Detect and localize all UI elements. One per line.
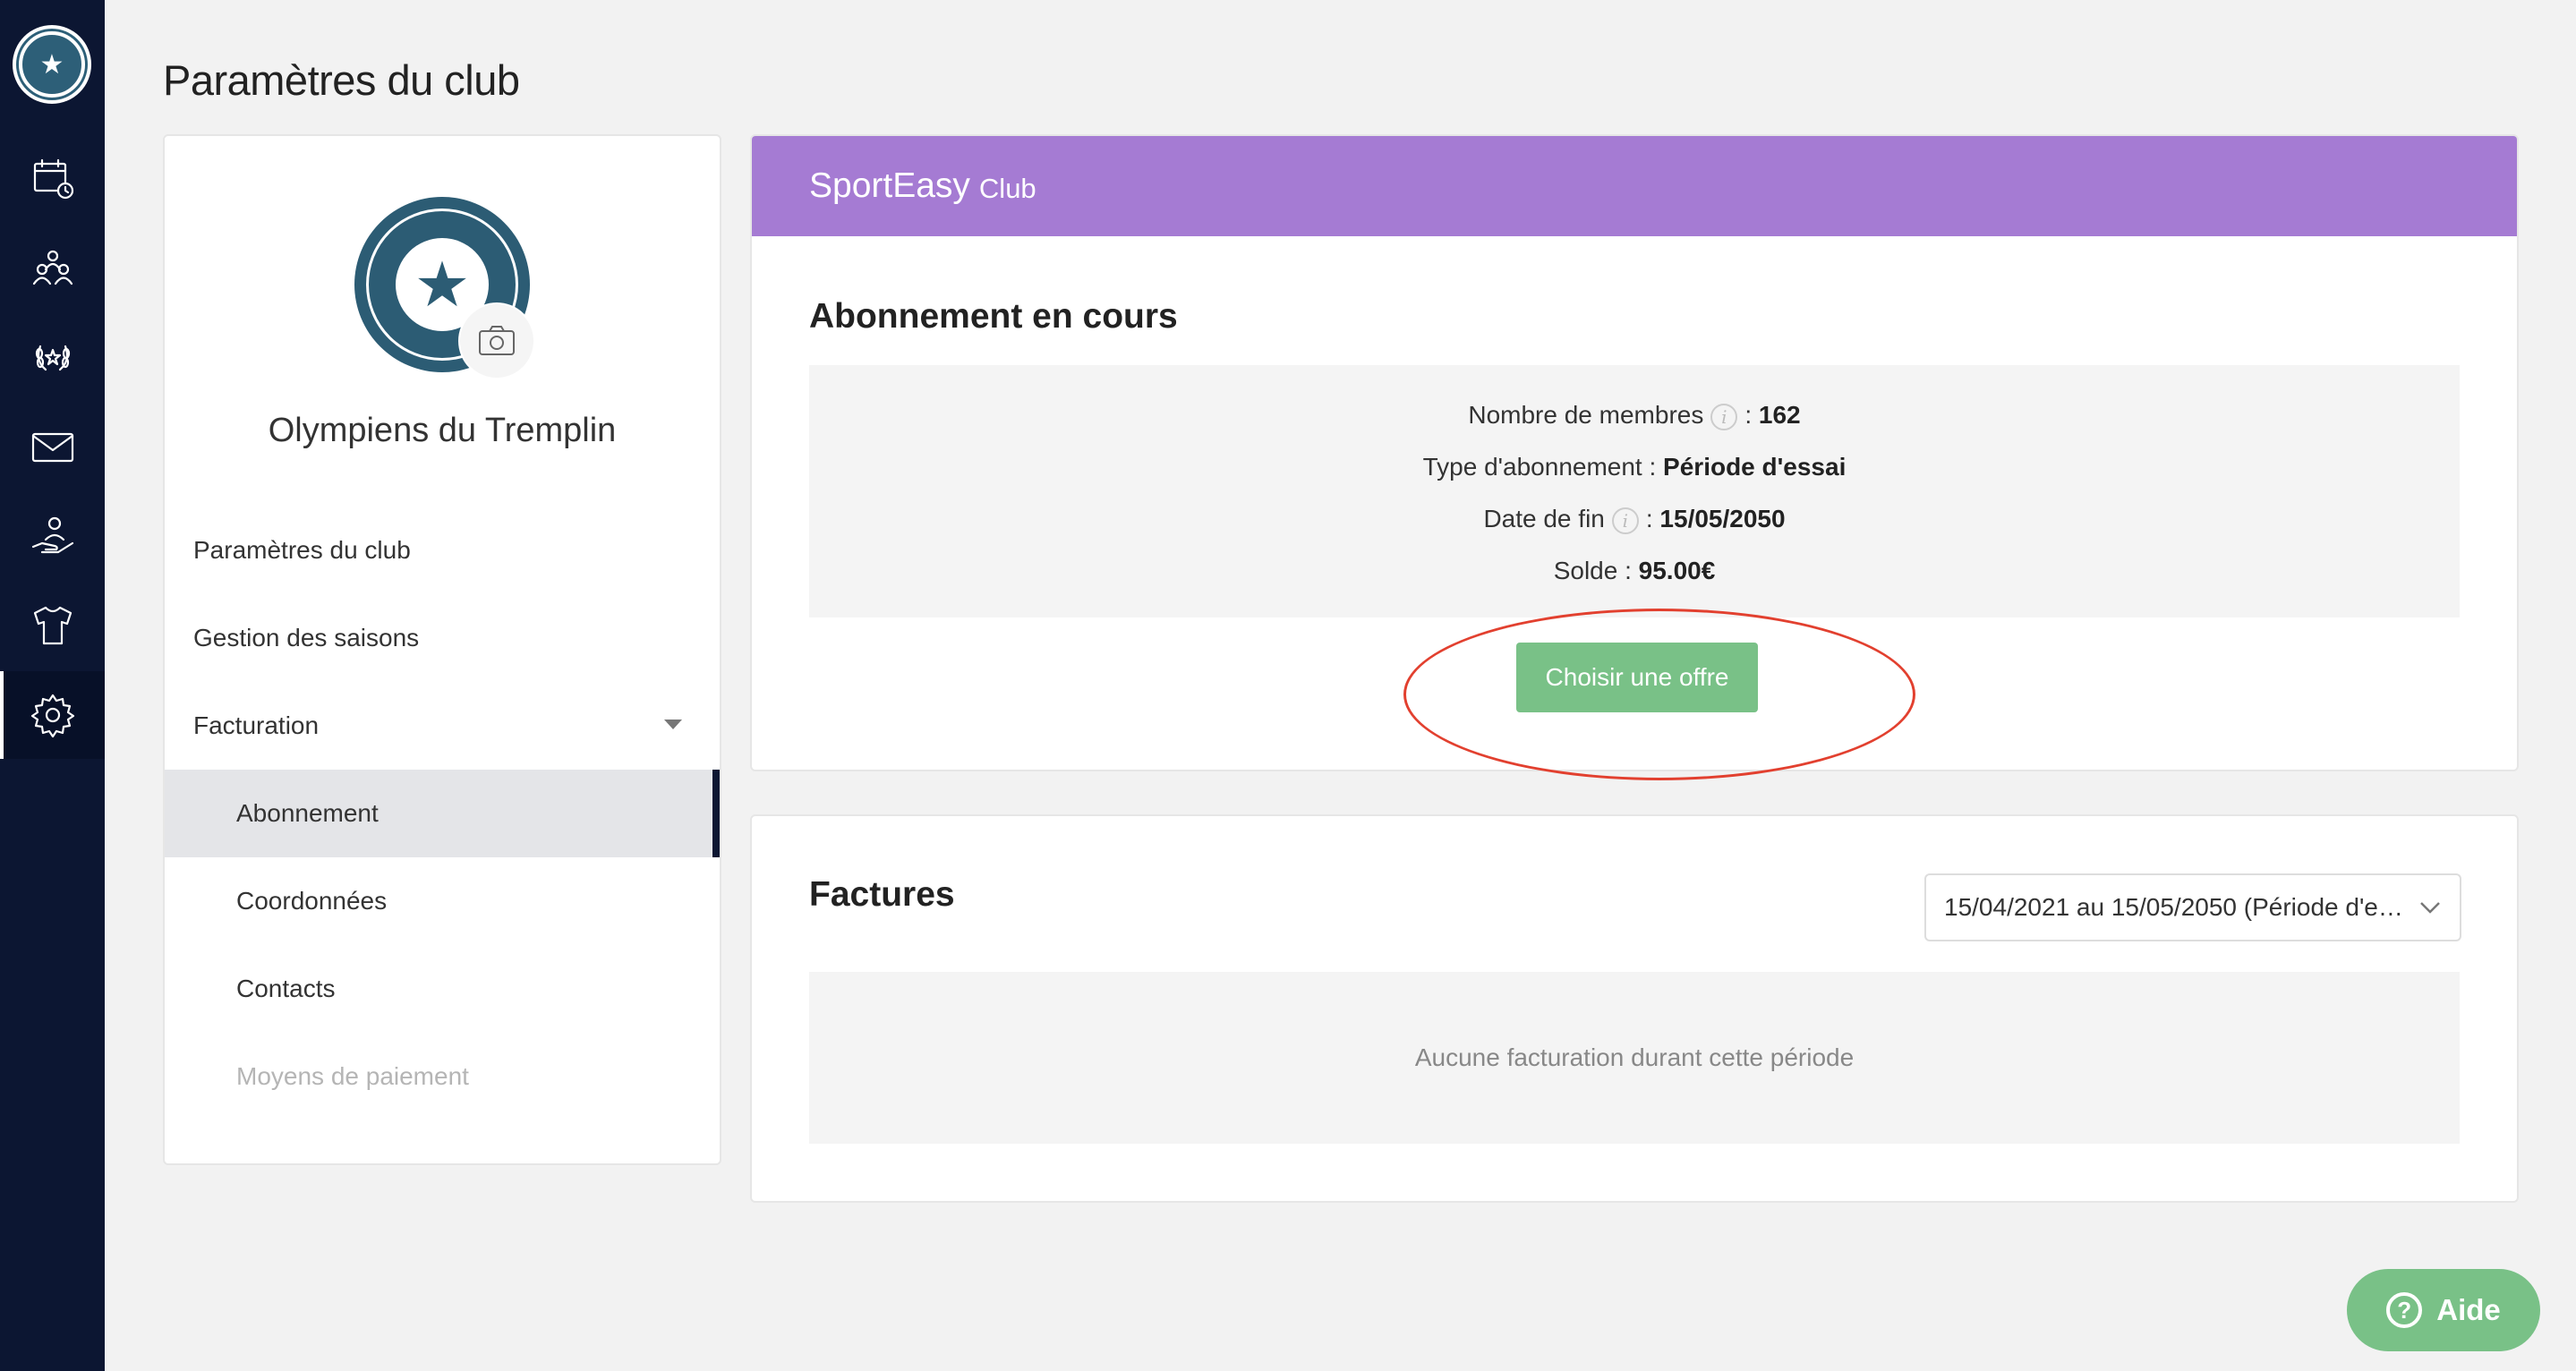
laurel-icon[interactable] — [0, 313, 105, 401]
jersey-icon[interactable] — [0, 582, 105, 669]
members-value: 162 — [1758, 401, 1801, 429]
gear-icon[interactable] — [0, 671, 105, 759]
end-date-value: 15/05/2050 — [1659, 505, 1786, 532]
info-icon[interactable]: i — [1710, 403, 1738, 430]
star-icon: ★ — [19, 31, 85, 98]
brand-name: SportEasy — [809, 166, 970, 205]
end-date-line: Date de fin i: 15/05/2050 — [1483, 505, 1786, 534]
question-icon: ? — [2386, 1292, 2423, 1328]
annotation-ellipse — [1403, 609, 1915, 780]
invoices-empty-state: Aucune facturation durant cette période — [809, 972, 2460, 1144]
mail-icon[interactable] — [0, 403, 105, 490]
members-icon[interactable] — [0, 224, 105, 311]
hand-user-icon[interactable] — [0, 492, 105, 580]
menu-item-billing[interactable]: Facturation — [165, 682, 720, 770]
menu-item-seasons[interactable]: Gestion des saisons — [165, 594, 720, 682]
menu-item-contacts[interactable]: Contacts — [165, 945, 720, 1033]
club-settings-card: ★ Olympiens du Tremplin Paramètres du cl… — [163, 134, 721, 1165]
page-title: Paramètres du club — [163, 56, 520, 104]
info-icon[interactable]: i — [1611, 507, 1639, 534]
period-select-value: 15/04/2021 au 15/05/2050 (Période d'essa… — [1944, 893, 2406, 921]
chevron-down-icon — [2420, 902, 2440, 914]
subscription-header: SportEasy Club — [752, 136, 2517, 236]
menu-item-payment-methods: Moyens de paiement — [236, 1062, 469, 1090]
menu-item-subscription[interactable]: Abonnement — [165, 770, 720, 857]
balance-line: Solde : 95.00€ — [1553, 557, 1716, 584]
subscription-info: Nombre de membres i: 162 Type d'abonnemen… — [809, 365, 2460, 617]
caret-down-icon — [664, 720, 682, 729]
club-logo-small[interactable]: ★ — [13, 25, 91, 104]
empty-message: Aucune facturation durant cette période — [1414, 1043, 1855, 1071]
calendar-icon[interactable] — [0, 134, 105, 222]
invoices-card: Factures 15/04/2021 au 15/05/2050 (Pério… — [750, 814, 2519, 1203]
club-name: Olympiens du Tremplin — [268, 412, 617, 449]
members-line: Nombre de membres i: 162 — [1468, 401, 1801, 430]
help-button[interactable]: ? Aide — [2347, 1269, 2540, 1351]
invoices-title: Factures — [809, 875, 955, 914]
left-rail: ★ — [0, 0, 105, 1371]
type-line: Type d'abonnement : Période d'essai — [1422, 453, 1847, 481]
camera-icon[interactable] — [458, 302, 535, 379]
menu-item-contact-info[interactable]: Coordonnées — [165, 857, 720, 945]
menu-item-club-settings[interactable]: Paramètres du club — [165, 507, 720, 594]
type-value: Période d'essai — [1663, 453, 1847, 481]
period-select[interactable]: 15/04/2021 au 15/05/2050 (Période d'essa… — [1924, 873, 2461, 941]
brand-suffix: Club — [978, 173, 1036, 204]
subscription-title: Abonnement en cours — [809, 297, 1178, 336]
help-label: Aide — [2436, 1293, 2501, 1326]
menu-item-billing-label: Facturation — [193, 711, 320, 739]
balance-value: 95.00€ — [1638, 557, 1716, 584]
